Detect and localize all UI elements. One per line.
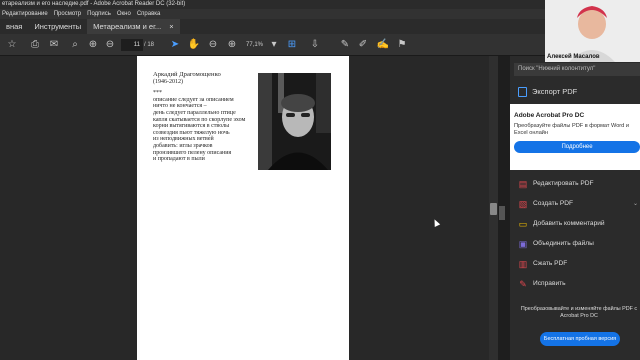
tool-label: Создать PDF — [533, 200, 574, 207]
sign-icon[interactable]: ✍ — [376, 38, 390, 52]
stamp-icon[interactable]: ⚑ — [395, 38, 409, 52]
pane-splitter[interactable] — [498, 56, 510, 360]
menu-item-view[interactable]: Просмотр — [54, 9, 81, 19]
zoom-out-icon[interactable]: ⊖ — [206, 38, 220, 52]
poem-line: из неподвижных ветвей — [153, 136, 214, 143]
export-pdf-icon — [518, 87, 527, 97]
highlight-icon[interactable]: ✐ — [356, 38, 370, 52]
tool-edit-pdf[interactable]: ▤ Редактировать PDF — [510, 174, 640, 194]
page-down-icon[interactable]: ⊖ — [103, 38, 117, 52]
promo-description: Преобразуйте файлы PDF в формат Word и E… — [514, 123, 629, 136]
upgrade-text: Преобразовывайте и изменяйте файлы PDF с… — [520, 306, 638, 319]
scrollbar-thumb[interactable] — [490, 203, 497, 215]
mouse-cursor — [431, 218, 441, 227]
tool-compress-pdf[interactable]: ▥ Сжать PDF — [510, 254, 640, 274]
search-icon[interactable]: ⌕ — [68, 38, 82, 52]
menu-item-edit[interactable]: Редактирование — [2, 9, 48, 19]
zoom-in-icon[interactable]: ⊕ — [225, 38, 239, 52]
tab-home[interactable]: вная — [0, 19, 28, 34]
free-trial-button[interactable]: Бесплатная пробная версия — [540, 332, 620, 346]
pane-collapse-handle[interactable] — [499, 206, 505, 220]
author-photo — [258, 73, 331, 170]
tool-label: Добавить комментарий — [533, 220, 605, 227]
poem-line: и пропадают в пыли — [153, 156, 205, 163]
mail-icon[interactable]: ✉ — [47, 38, 61, 52]
poem-line: добавить: иглы зрачков — [153, 142, 213, 149]
create-pdf-icon: ▧ — [518, 199, 528, 209]
tool-label: Редактировать PDF — [533, 180, 594, 187]
tool-combine-files[interactable]: ▣ Объединить файлы — [510, 234, 640, 254]
select-cursor-icon[interactable]: ➤ — [168, 38, 182, 52]
poem-text: Аркадий Драгомощенко (1946-2012) *** опи… — [153, 71, 246, 163]
export-pdf-label: Экспорт PDF — [532, 87, 578, 96]
tab-close-icon[interactable]: × — [169, 19, 173, 34]
tool-add-comment[interactable]: ▭ Добавить комментарий — [510, 214, 640, 234]
menu-item-help[interactable]: Справка — [137, 9, 161, 19]
poem-stars: *** — [153, 90, 162, 97]
poem-line: корни вытягиваются в стволы — [153, 123, 230, 130]
zoom-dropdown-icon[interactable]: ▾ — [267, 38, 281, 52]
compress-icon: ▥ — [518, 259, 528, 269]
zoom-level[interactable]: 77,1% — [246, 39, 263, 51]
poem-line: ничто не кончается – — [153, 103, 207, 110]
menu-bar: Редактирование Просмотр Подпись Окно Спр… — [0, 9, 545, 19]
menu-item-sign[interactable]: Подпись — [87, 9, 111, 19]
comment-icon[interactable]: ✎ — [338, 38, 352, 52]
menu-item-window[interactable]: Окно — [117, 9, 131, 19]
fit-page-icon[interactable]: ⊞ — [285, 38, 299, 52]
poem-years: (1946-2012) — [153, 78, 183, 85]
poem-line: капля скатывается по скорлупе эхом — [153, 116, 246, 123]
poem-line: день следует параллельно птице — [153, 109, 236, 116]
page-total: / 18 — [144, 42, 155, 48]
document-scrollbar[interactable] — [489, 56, 498, 360]
star-icon[interactable]: ☆ — [5, 38, 19, 52]
tab-tools[interactable]: Инструменты — [28, 19, 87, 34]
promo-title: Adobe Acrobat Pro DC — [514, 112, 585, 119]
poem-line: пронзившего пелену описания — [153, 149, 232, 156]
window-title: етареализм и его наследие.pdf - Adobe Ac… — [0, 0, 545, 9]
promo-card: Adobe Acrobat Pro DC Преобразуйте файлы … — [510, 104, 640, 170]
tools-search-input[interactable]: Поиск "Нижний колонтитул" — [514, 63, 640, 76]
tool-label: Объединить файлы — [533, 240, 594, 247]
scroll-mode-icon[interactable]: ⇩ — [308, 38, 322, 52]
tool-create-pdf[interactable]: ▧ Создать PDF ⌄ — [510, 194, 640, 214]
page-up-icon[interactable]: ⊕ — [86, 38, 100, 52]
export-pdf-header[interactable]: Экспорт PDF — [510, 84, 640, 100]
tools-list: ▤ Редактировать PDF ▧ Создать PDF ⌄ ▭ До… — [510, 174, 640, 294]
page-number-input[interactable]: 11 — [121, 39, 143, 51]
tool-redact[interactable]: ✎ Исправить — [510, 274, 640, 294]
document-viewport[interactable]: Аркадий Драгомощенко (1946-2012) *** опи… — [0, 56, 498, 360]
combine-icon: ▣ — [518, 239, 528, 249]
tab-bar: вная Инструменты Метареализм и ег... × — [0, 19, 545, 34]
tab-document[interactable]: Метареализм и ег... × — [87, 19, 180, 34]
learn-more-button[interactable]: Подробнее — [514, 141, 640, 153]
webcam-overlay: Алексей Масалов — [545, 0, 640, 62]
hand-icon[interactable]: ✋ — [187, 38, 201, 52]
toolbar: ☆ ⎙ ✉ ⌕ ⊕ ⊖ 11 / 18 ➤ ✋ ⊖ ⊕ 77,1% ▾ ⊞ ⇩ … — [0, 34, 545, 56]
tools-pane: Поиск "Нижний колонтитул" Экспорт PDF Ad… — [510, 56, 640, 360]
edit-pdf-icon: ▤ — [518, 179, 528, 189]
comment-icon: ▭ — [518, 219, 528, 229]
tab-document-label: Метареализм и ег... — [93, 22, 162, 31]
poem-author: Аркадий Драгомощенко — [153, 71, 221, 78]
tool-label: Исправить — [533, 280, 566, 287]
pdf-page: Аркадий Драгомощенко (1946-2012) *** опи… — [137, 56, 349, 360]
print-icon[interactable]: ⎙ — [28, 38, 42, 52]
chevron-down-icon[interactable]: ⌄ — [633, 194, 638, 214]
poem-line: описание следует за описанием — [153, 96, 234, 103]
participant-name: Алексей Масалов — [547, 54, 600, 60]
tool-label: Сжать PDF — [533, 260, 568, 267]
redact-icon: ✎ — [519, 279, 527, 289]
